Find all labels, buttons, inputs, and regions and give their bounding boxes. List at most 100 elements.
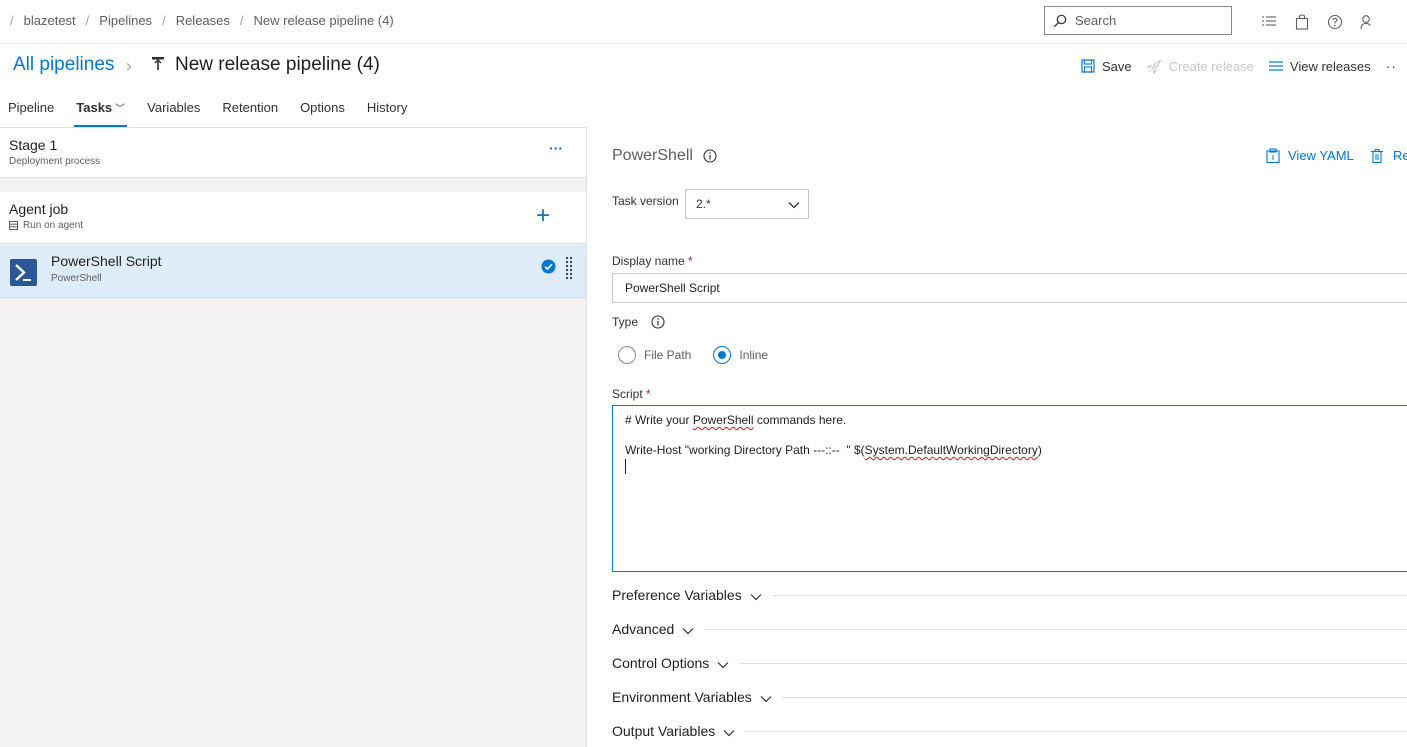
create-release-button[interactable]: Create release: [1146, 58, 1254, 74]
section-advanced[interactable]: Advanced: [612, 619, 1407, 639]
more-actions-icon[interactable]: ··: [1386, 58, 1397, 74]
section-title: Control Options: [612, 655, 710, 671]
script-line-2: Write-Host "working Directory Path ---::…: [625, 442, 1399, 458]
script-text-misspelled: PowerShell: [692, 413, 754, 427]
script-text: Write-Host "working Directory Path ---::…: [625, 443, 865, 457]
task-list-icon[interactable]: [1258, 11, 1280, 33]
task-subtitle: PowerShell: [51, 273, 102, 284]
task-item-powershell[interactable]: PowerShell Script PowerShell: [0, 245, 586, 298]
stage-more-icon[interactable]: ···: [549, 140, 563, 156]
task-detail-title-text: PowerShell: [612, 147, 693, 164]
user-settings-icon[interactable]: [1357, 11, 1379, 33]
script-label-text: Script: [612, 387, 643, 401]
breadcrumb-separator: /: [10, 13, 14, 28]
radio-circle: [618, 346, 636, 364]
tab-history[interactable]: History: [367, 88, 407, 127]
required-marker: *: [646, 387, 651, 401]
tab-variables[interactable]: Variables: [147, 88, 200, 127]
section-control-options[interactable]: Control Options: [612, 653, 1407, 673]
view-yaml-label: View YAML: [1288, 148, 1354, 163]
remove-button[interactable]: Re: [1371, 148, 1407, 163]
rocket-icon: [1146, 59, 1162, 74]
section-preference-variables[interactable]: Preference Variables: [612, 585, 1407, 605]
breadcrumb-releases[interactable]: Releases: [176, 13, 230, 28]
task-title: PowerShell Script: [51, 253, 162, 269]
powershell-icon: [10, 259, 37, 286]
drag-handle-icon[interactable]: [565, 256, 573, 283]
server-icon: [9, 221, 18, 230]
agent-job[interactable]: Agent job Run on agent +: [0, 192, 586, 244]
help-icon[interactable]: [1324, 11, 1346, 33]
tab-retention[interactable]: Retention: [222, 88, 278, 127]
section-environment-variables[interactable]: Environment Variables: [612, 687, 1407, 707]
check-circle-icon: [541, 259, 556, 277]
agent-job-subtitle-text: Run on agent: [23, 220, 84, 231]
task-version-select[interactable]: 2.*: [685, 189, 809, 219]
script-text-misspelled: System.DefaultWorkingDirectory: [864, 443, 1038, 457]
clipboard-icon: [1266, 148, 1280, 163]
radio-inline-label: Inline: [739, 348, 769, 362]
marketplace-bag-icon[interactable]: [1291, 11, 1313, 33]
info-icon[interactable]: [651, 315, 665, 329]
page-title: New release pipeline (4): [175, 54, 380, 75]
script-label: Script *: [612, 387, 651, 401]
radio-inline[interactable]: Inline: [713, 346, 768, 364]
view-yaml-button[interactable]: View YAML: [1266, 148, 1354, 163]
breadcrumb-separator: /: [239, 13, 244, 28]
breadcrumb-separator: /: [162, 13, 166, 28]
tab-bar: Pipeline Tasks ﹀ Variables Retention Opti…: [0, 88, 1407, 127]
script-editor[interactable]: # Write your PowerShell commands here. W…: [612, 405, 1407, 572]
stage-title: Stage 1: [9, 137, 58, 153]
tab-tasks[interactable]: Tasks ﹀: [74, 88, 128, 127]
section-divider: [781, 696, 1407, 698]
section-title: Output Variables: [612, 723, 716, 739]
radio-circle-selected: [713, 346, 732, 364]
top-bar: / blazetest / Pipelines / Releases / New…: [0, 0, 1407, 44]
add-task-icon[interactable]: +: [536, 204, 550, 228]
breadcrumb-blazetest[interactable]: blazetest: [24, 13, 76, 28]
task-version-value: 2.*: [696, 197, 711, 211]
section-divider: [739, 662, 1407, 664]
create-release-label: Create release: [1168, 58, 1254, 74]
search-input[interactable]: Search: [1044, 6, 1232, 35]
tab-tasks-label: Tasks: [76, 100, 113, 115]
trash-icon: [1371, 148, 1383, 163]
radio-file-path[interactable]: File Path: [618, 346, 691, 364]
tab-options[interactable]: Options: [300, 88, 345, 127]
info-icon[interactable]: [703, 149, 717, 163]
release-pipeline-icon: [151, 56, 165, 75]
stage-header[interactable]: Stage 1 Deployment process ···: [0, 128, 586, 178]
chevron-down-icon: [682, 628, 694, 635]
chevron-down-icon: [723, 730, 735, 737]
section-divider: [771, 594, 1407, 596]
script-blank-line: [625, 428, 1399, 442]
save-button[interactable]: Save: [1081, 59, 1132, 74]
section-title: Environment Variables: [612, 689, 752, 705]
type-label-row: Type: [612, 315, 665, 329]
script-line-1: # Write your PowerShell commands here.: [625, 412, 1399, 428]
script-text: ): [1037, 443, 1042, 457]
tab-pipeline[interactable]: Pipeline: [8, 88, 54, 127]
section-divider: [704, 628, 1407, 630]
breadcrumb-current[interactable]: New release pipeline (4): [254, 13, 394, 28]
all-pipelines-link[interactable]: All pipelines: [13, 54, 114, 76]
script-line-3: [625, 458, 1399, 475]
task-detail-panel: PowerShell View YAML Re Task version 2.*…: [588, 127, 1407, 747]
breadcrumb-pipelines[interactable]: Pipelines: [99, 13, 152, 28]
display-name-label: Display name *: [612, 254, 693, 268]
breadcrumb: / blazetest / Pipelines / Releases / New…: [10, 13, 394, 28]
view-releases-label: View releases: [1289, 58, 1371, 74]
view-releases-button[interactable]: View releases: [1268, 58, 1371, 74]
type-label: Type: [612, 315, 639, 329]
chevron-down-icon: [750, 594, 762, 601]
required-marker: *: [688, 254, 693, 268]
display-name-field[interactable]: PowerShell Script: [612, 273, 1407, 303]
search-icon: [1053, 14, 1067, 27]
script-text: # Write your: [625, 413, 693, 427]
chevron-down-icon: [788, 202, 800, 209]
chevron-down-icon: [717, 662, 729, 669]
stage-subtitle: Deployment process: [9, 156, 101, 167]
chevron-down-icon: ﹀: [115, 104, 126, 115]
tab-history-label: History: [366, 100, 408, 115]
section-output-variables[interactable]: Output Variables: [612, 721, 1407, 741]
